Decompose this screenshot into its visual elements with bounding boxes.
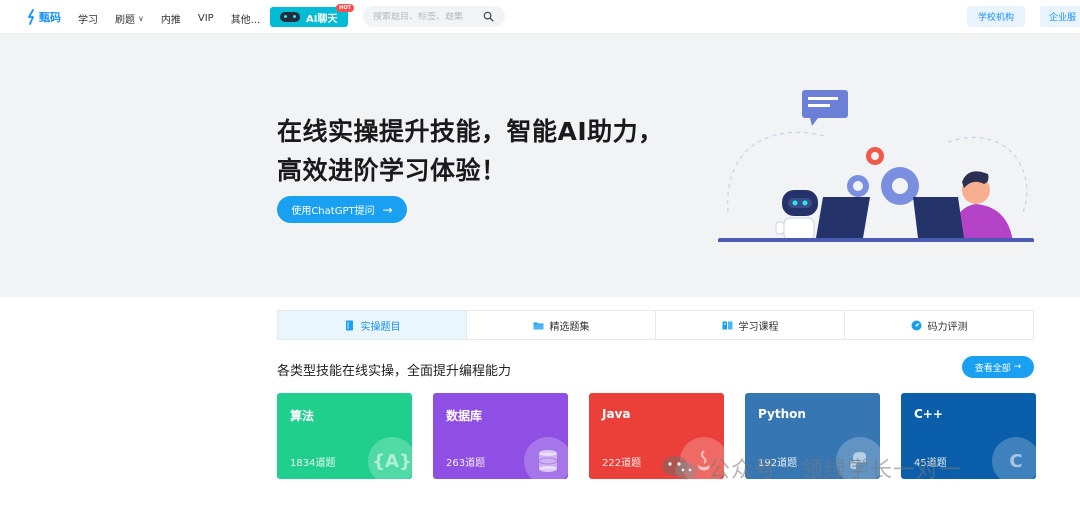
card-title: Python	[758, 407, 806, 421]
main-nav: 学习 刷题 ∨ 内推 VIP 其他...	[78, 11, 277, 26]
card-count: 222道题	[602, 458, 642, 469]
arrow-right-icon: →	[382, 202, 393, 217]
arrow-right-icon: →	[1013, 362, 1022, 372]
search-input[interactable]	[373, 11, 483, 22]
nav-label: 刷题	[115, 15, 135, 26]
site-logo[interactable]: 甄码	[27, 8, 61, 26]
ai-chat-button[interactable]: AI聊天 HOT	[270, 4, 354, 27]
school-institution-button[interactable]: 学校机构	[967, 6, 1025, 27]
card-title: C++	[914, 407, 943, 421]
robot-icon	[280, 12, 300, 22]
book-icon	[345, 320, 353, 330]
nav-label: 内推	[160, 15, 181, 26]
card-title: 数据库	[446, 409, 483, 423]
view-all-button[interactable]: 查看全部 →	[962, 356, 1034, 378]
card-count: 1834道题	[290, 458, 336, 469]
top-header: 甄码 学习 刷题∨ 内推 VIP 其他... AI聊天 HOT 学校机构 企业服	[0, 0, 1080, 34]
watermark: 公众号 · 领绿学长一对一	[660, 452, 962, 484]
wechat-icon	[662, 456, 697, 480]
cta-label: 使用ChatGPT提问	[291, 206, 375, 217]
ask-chatgpt-button[interactable]: 使用ChatGPT提问 →	[277, 196, 407, 223]
chevron-down-icon: ∨	[138, 14, 144, 23]
tab-selected-sets[interactable]: 精选题集	[467, 311, 656, 339]
nav-label: VIP	[197, 13, 214, 24]
cpp-icon: C	[992, 437, 1036, 479]
algorithm-icon: {A}	[368, 437, 412, 479]
logo-icon	[28, 9, 34, 25]
card-count: 263道题	[446, 458, 486, 469]
nav-label: 学习	[78, 15, 98, 26]
gauge-icon	[911, 320, 921, 330]
tab-practice-problems[interactable]: 实操题目	[278, 311, 467, 339]
nav-item-vip[interactable]: VIP	[198, 11, 214, 26]
hero-illustration	[718, 90, 1034, 242]
card-algorithm[interactable]: 算法 1834道题 {A}	[277, 393, 412, 479]
tab-label: 实操题目	[360, 321, 401, 333]
logo-text: 甄码	[39, 11, 61, 24]
hero-title: 在线实操提升技能，智能AI助力， 高效进阶学习体验！	[277, 112, 664, 190]
tab-coding-assessment[interactable]: 码力评测	[845, 311, 1033, 339]
open-book-icon	[722, 321, 732, 329]
card-title: 算法	[290, 409, 315, 423]
card-database[interactable]: 数据库 263道题	[433, 393, 568, 479]
nav-item-other[interactable]: 其他...	[231, 11, 261, 26]
nav-item-referral[interactable]: 内推	[161, 11, 181, 26]
nav-label: 其他...	[230, 15, 261, 26]
search-icon[interactable]	[483, 11, 494, 22]
hero-title-line1: 在线实操提升技能，智能AI助力，	[277, 117, 664, 146]
hero-title-line2: 高效进阶学习体验！	[277, 156, 507, 185]
tab-courses[interactable]: 学习课程	[656, 311, 845, 339]
nav-item-practice[interactable]: 刷题 ∨	[115, 11, 144, 26]
category-tabs: 实操题目 精选题集 学习课程 码力评测	[277, 310, 1034, 340]
hot-badge: HOT	[336, 4, 354, 12]
watermark-text: 公众号 · 领绿学长一对一	[708, 458, 962, 483]
tab-label: 码力评测	[927, 321, 968, 333]
enterprise-button[interactable]: 企业服	[1040, 6, 1080, 27]
hero-banner: 在线实操提升技能，智能AI助力， 高效进阶学习体验！ 使用ChatGPT提问 →	[0, 34, 1080, 297]
search-box	[363, 6, 505, 27]
section-title: 各类型技能在线实操，全面提升编程能力	[277, 364, 512, 379]
view-all-label: 查看全部	[974, 363, 1011, 374]
card-title: Java	[602, 407, 631, 421]
tab-label: 学习课程	[738, 321, 779, 333]
ai-chat-label: AI聊天	[306, 13, 338, 25]
database-icon	[524, 437, 568, 479]
folder-icon	[533, 322, 543, 329]
tab-label: 精选题集	[549, 321, 590, 333]
nav-item-learn[interactable]: 学习	[78, 11, 98, 26]
